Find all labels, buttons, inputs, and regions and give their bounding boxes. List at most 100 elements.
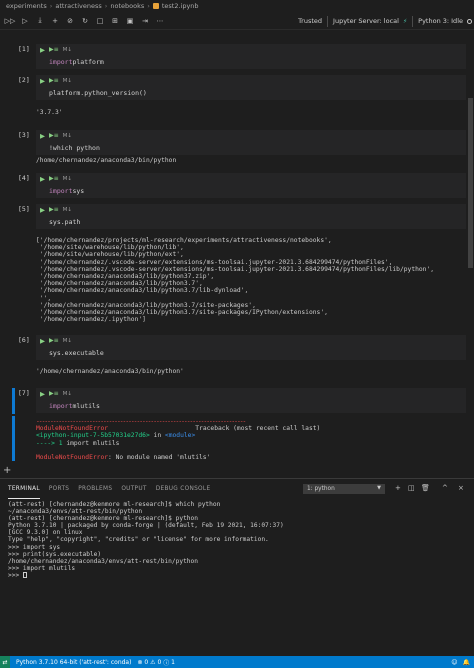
code-editor[interactable]: sys.executable: [36, 346, 466, 360]
feedback-icon[interactable]: ☺: [451, 659, 457, 666]
run-above-icon[interactable]: ▶≡: [49, 337, 59, 344]
toolbar-divider: [327, 15, 329, 27]
terminal-select[interactable]: 1: python ▼: [303, 484, 385, 494]
cell-output: '3.7.3': [36, 109, 63, 116]
add-cell-icon[interactable]: +: [3, 465, 11, 476]
terminal-cursor: [22, 571, 27, 578]
error-name: ModuleNotFoundError: [36, 425, 109, 433]
run-above-icon[interactable]: ▶≡: [49, 175, 59, 182]
terminal-output[interactable]: (att-rest) [chernandez@kenmore ml-resear…: [8, 501, 468, 579]
close-icon[interactable]: ×: [458, 484, 464, 492]
bottom-panel: TERMINAL PORTS PROBLEMS OUTPUT DEBUG CON…: [0, 478, 474, 656]
stop-icon[interactable]: □: [94, 15, 106, 27]
code-text: sys.executable: [49, 349, 104, 357]
more-icon[interactable]: ⋯: [154, 15, 166, 27]
cell-toolbar: ▶ ▶≡ M↓: [36, 388, 466, 399]
restart-icon[interactable]: ↻: [79, 15, 91, 27]
split-terminal-icon[interactable]: ◫: [408, 484, 415, 492]
chevron-up-icon[interactable]: ^: [442, 484, 448, 492]
run-cell-icon[interactable]: ▶: [40, 132, 45, 140]
run-above-icon[interactable]: ▶≡: [49, 206, 59, 213]
run-cell-icon[interactable]: ▶: [40, 175, 45, 183]
run-above-icon[interactable]: ▶≡: [49, 132, 59, 139]
markdown-toggle-icon[interactable]: M↓: [63, 78, 72, 84]
code-text: mlutils: [72, 402, 100, 410]
remote-indicator-icon[interactable]: ⇄: [0, 656, 10, 668]
tab-output[interactable]: OUTPUT: [121, 479, 146, 499]
chevron-down-icon: ▼: [377, 485, 381, 491]
code-editor[interactable]: import sys: [36, 184, 466, 198]
run-icon[interactable]: ▷: [19, 15, 31, 27]
run-cell-icon[interactable]: ▶: [40, 77, 45, 85]
bell-icon[interactable]: 🔔: [463, 659, 470, 666]
code-text: !which python: [49, 144, 100, 152]
breadcrumb: experiments › attractiveness › notebooks…: [0, 0, 474, 12]
execution-count: [7]: [18, 389, 30, 397]
markdown-toggle-icon[interactable]: M↓: [63, 133, 72, 139]
execution-count: [5]: [18, 205, 30, 213]
jupyter-server-label[interactable]: Jupyter Server: local: [333, 17, 399, 25]
cell-toolbar: ▶ ▶≡ M↓: [36, 204, 466, 215]
execution-count: [4]: [18, 174, 30, 182]
problems-summary[interactable]: ⊗ 0 ⚠ 0 ⓘ 1: [137, 658, 175, 667]
code-editor[interactable]: sys.path: [36, 215, 466, 229]
run-cell-icon[interactable]: ▶: [40, 206, 45, 214]
run-cell-icon[interactable]: ▶: [40, 46, 45, 54]
traceback-module-ref: <module>: [164, 432, 196, 440]
breadcrumb-item-attractiveness[interactable]: attractiveness: [55, 2, 101, 10]
run-all-icon[interactable]: ▷▷: [4, 15, 16, 27]
cell-toolbar: ▶ ▶≡ M↓: [36, 130, 466, 141]
traceback-in: in: [149, 432, 165, 440]
export-icon[interactable]: ⇥: [139, 15, 151, 27]
code-keyword: import: [49, 58, 73, 66]
error-name-final: ModuleNotFoundError: [36, 454, 109, 462]
clear-icon[interactable]: ⊘: [64, 15, 76, 27]
run-below-icon[interactable]: ⤓: [34, 15, 46, 27]
cell-toolbar: ▶ ▶≡ M↓: [36, 44, 466, 55]
run-above-icon[interactable]: ▶≡: [49, 390, 59, 397]
save-icon[interactable]: ▣: [124, 15, 136, 27]
chevron-right-icon: ›: [104, 2, 108, 10]
markdown-toggle-icon[interactable]: M↓: [63, 47, 72, 53]
code-text: platform: [72, 58, 104, 66]
markdown-toggle-icon[interactable]: M↓: [63, 391, 72, 397]
tab-terminal[interactable]: TERMINAL: [8, 479, 40, 499]
execution-count: [2]: [18, 76, 30, 84]
code-editor[interactable]: import platform: [36, 55, 466, 69]
notebook-file-icon: [152, 3, 159, 9]
run-above-icon[interactable]: ▶≡: [49, 77, 59, 84]
markdown-toggle-icon[interactable]: M↓: [63, 176, 72, 182]
scrollbar-thumb[interactable]: [468, 98, 473, 268]
cell-toolbar: ▶ ▶≡ M↓: [36, 335, 466, 346]
tab-problems[interactable]: PROBLEMS: [78, 479, 112, 499]
python-interpreter[interactable]: Python 3.7.10 64-bit ('att-rest': conda): [16, 659, 131, 666]
trash-icon[interactable]: 🗑: [421, 484, 430, 492]
notebook-toolbar: ▷▷ ▷ ⤓ + ⊘ ↻ □ ⊞ ▣ ⇥ ⋯ Trusted Jupyter S…: [0, 12, 474, 30]
markdown-toggle-icon[interactable]: M↓: [63, 338, 72, 344]
new-terminal-icon[interactable]: +: [395, 484, 401, 492]
code-editor[interactable]: !which python: [36, 141, 466, 155]
code-editor[interactable]: platform.python_version(): [36, 86, 466, 100]
breadcrumb-item-experiments[interactable]: experiments: [6, 2, 47, 10]
breadcrumb-item-file[interactable]: test2.ipynb: [162, 2, 199, 10]
code-editor[interactable]: import mlutils: [36, 399, 466, 413]
breadcrumb-item-notebooks[interactable]: notebooks: [110, 2, 144, 10]
traceback-input-ref: <ipython-input-7-5b57031e27d6>: [36, 432, 150, 440]
cell-toolbar: ▶ ▶≡ M↓: [36, 173, 466, 184]
info-count: 1: [171, 658, 175, 666]
cell-output: /home/chernandez/anaconda3/bin/python: [36, 157, 177, 164]
markdown-toggle-icon[interactable]: M↓: [63, 207, 72, 213]
add-icon[interactable]: +: [49, 15, 61, 27]
kernel-status[interactable]: Python 3: Idle: [418, 17, 463, 25]
notebook-scrollbar[interactable]: [467, 30, 474, 474]
tab-ports[interactable]: PORTS: [49, 479, 69, 499]
variables-icon[interactable]: ⊞: [109, 15, 121, 27]
cell-output: ['/home/chernandez/projects/ml-research/…: [36, 237, 435, 324]
run-cell-icon[interactable]: ▶: [40, 390, 45, 398]
tab-debug-console[interactable]: DEBUG CONSOLE: [156, 479, 211, 499]
run-above-icon[interactable]: ▶≡: [49, 46, 59, 53]
info-icon: ⓘ: [163, 659, 170, 667]
cell-output: '/home/chernandez/anaconda3/bin/python': [36, 368, 184, 375]
trusted-label[interactable]: Trusted: [298, 17, 322, 25]
run-cell-icon[interactable]: ▶: [40, 337, 45, 345]
